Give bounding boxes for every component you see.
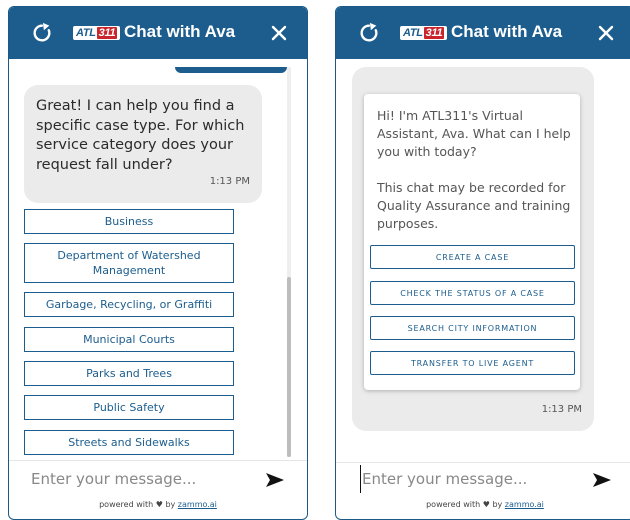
option-button-courts[interactable]: Municipal Courts — [24, 327, 234, 352]
input-divider — [336, 462, 630, 463]
zammo-link[interactable]: zammo.ai — [178, 500, 217, 509]
logo-text-number: 311 — [423, 27, 445, 39]
logo-text: ATL — [76, 27, 96, 39]
check-status-button[interactable]: CHECK THE STATUS OF A CASE — [370, 281, 575, 305]
search-info-button[interactable]: SEARCH CITY INFORMATION — [370, 316, 575, 340]
message-timestamp: 1:13 PM — [209, 176, 250, 187]
heart-icon: ♥ — [155, 500, 163, 509]
bot-message-text: Great! I can help you find a specific ca… — [36, 98, 245, 173]
greeting-text: Hi! I'm ATL311's Virtual Assistant, Ava.… — [377, 108, 571, 159]
user-message-bubble — [175, 67, 287, 73]
input-divider — [9, 460, 307, 461]
powered-prefix: powered with — [99, 500, 154, 509]
powered-by-word: by — [165, 500, 176, 509]
chat-window-right: ATL 311 Chat with Ava Hi! I'm ATL311's Vi… — [335, 6, 630, 520]
option-button-public-safety[interactable]: Public Safety — [24, 395, 234, 420]
powered-by: powered with ♥ by zammo.ai — [9, 500, 307, 509]
bot-message-bubble: Hi! I'm ATL311's Virtual Assistant, Ava.… — [352, 67, 594, 431]
option-button-business[interactable]: Business — [24, 209, 234, 234]
chat-header: ATL 311 Chat with Ava — [9, 7, 307, 59]
powered-by: powered with ♥ by zammo.ai — [336, 500, 630, 509]
message-timestamp: 1:13 PM — [541, 404, 582, 415]
logo-text: ATL — [403, 27, 423, 39]
scrollbar-thumb[interactable] — [287, 277, 291, 457]
welcome-card: Hi! I'm ATL311's Virtual Assistant, Ava.… — [364, 94, 580, 390]
chat-header: ATL 311 Chat with Ava — [336, 7, 630, 59]
option-button-parks[interactable]: Parks and Trees — [24, 361, 234, 386]
chat-window-left: ATL 311 Chat with Ava Great! I can help y… — [8, 6, 308, 520]
send-icon[interactable] — [265, 471, 285, 489]
transfer-agent-button[interactable]: TRANSFER TO LIVE AGENT — [370, 351, 575, 375]
refresh-icon[interactable] — [358, 22, 380, 44]
send-icon[interactable] — [592, 471, 612, 489]
option-button-watershed[interactable]: Department of Watershed Management — [24, 243, 234, 283]
chat-title: Chat with Ava — [124, 22, 236, 41]
atl311-logo: ATL 311 — [73, 26, 121, 40]
message-input[interactable]: Enter your message... — [360, 465, 592, 493]
bot-message-bubble: Great! I can help you find a specific ca… — [24, 85, 262, 203]
message-input[interactable]: Enter your message... — [31, 465, 261, 493]
create-case-button[interactable]: CREATE A CASE — [370, 245, 575, 269]
option-button-streets[interactable]: Streets and Sidewalks — [24, 430, 234, 455]
close-icon[interactable] — [596, 23, 616, 43]
powered-by-word: by — [492, 500, 503, 509]
zammo-link[interactable]: zammo.ai — [505, 500, 544, 509]
chat-title: Chat with Ava — [451, 22, 563, 41]
refresh-icon[interactable] — [31, 22, 53, 44]
powered-prefix: powered with — [426, 500, 481, 509]
recording-notice: This chat may be recorded for Quality As… — [377, 180, 571, 231]
heart-icon: ♥ — [482, 500, 490, 509]
close-icon[interactable] — [269, 23, 289, 43]
logo-text-number: 311 — [96, 27, 118, 39]
atl311-logo: ATL 311 — [400, 26, 448, 40]
option-button-garbage[interactable]: Garbage, Recycling, or Graffiti — [24, 292, 234, 317]
